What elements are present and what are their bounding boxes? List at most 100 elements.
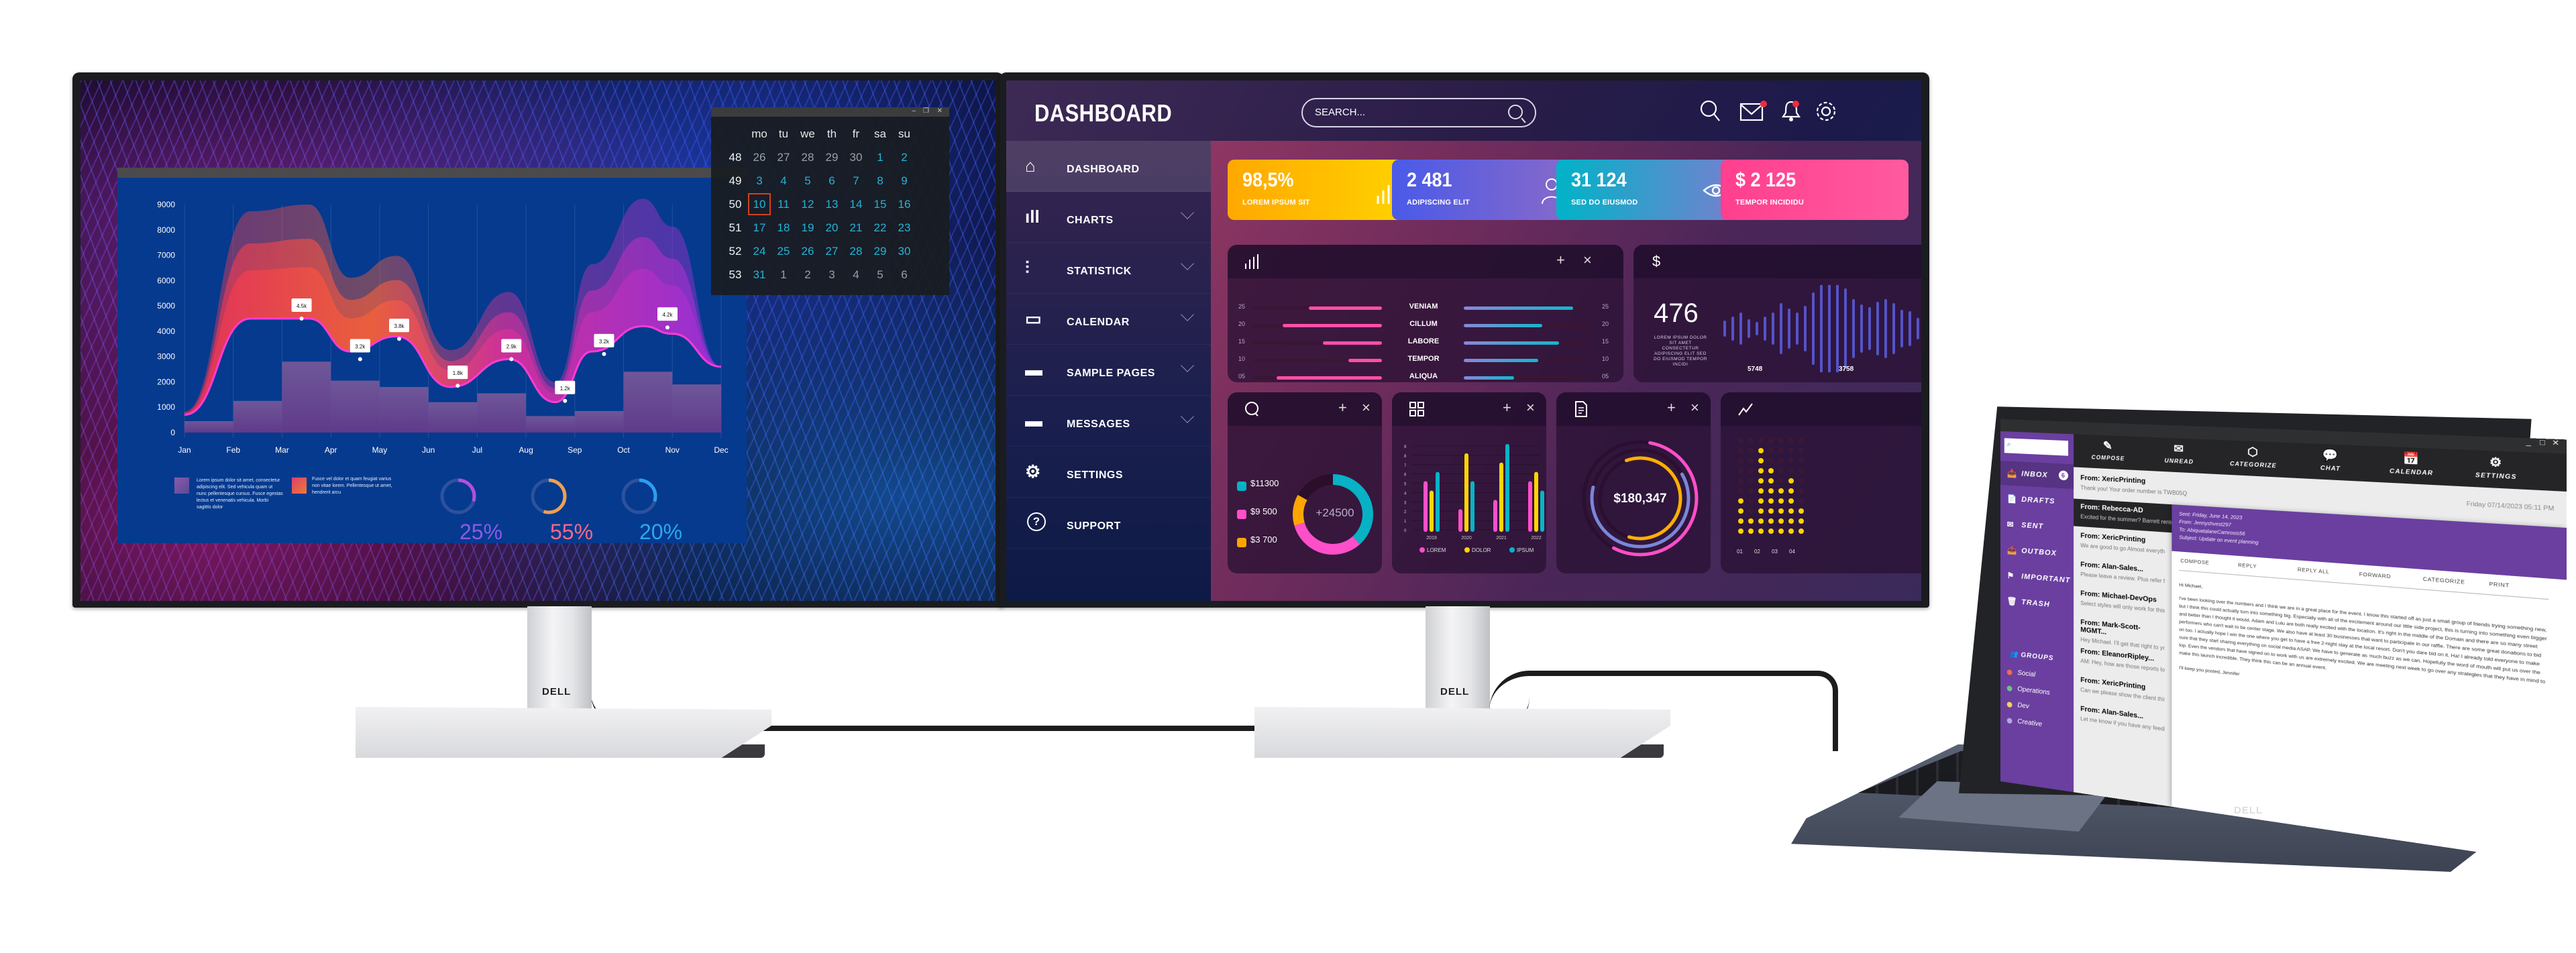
- sidebar-item-charts[interactable]: ıll CHARTS: [1006, 192, 1211, 243]
- mail-nav-outbox[interactable]: 📤 OUTBOX: [2000, 537, 2074, 567]
- search-icon[interactable]: [1508, 105, 1523, 119]
- calendar-day[interactable]: 15: [868, 192, 892, 216]
- group-item[interactable]: Dev: [2006, 702, 2029, 710]
- calendar-day[interactable]: 27: [820, 239, 844, 263]
- calendar-day[interactable]: 26: [747, 146, 771, 169]
- calendar-day[interactable]: 29: [820, 146, 844, 169]
- toolbar-compose[interactable]: ✎ COMPOSE: [2080, 437, 2136, 463]
- group-item[interactable]: Social: [2006, 669, 2035, 679]
- close-icon[interactable]: ×: [1362, 400, 1371, 415]
- calendar-day[interactable]: 30: [892, 239, 916, 263]
- stat-card[interactable]: 31 124 SED DO EIUSMOD: [1556, 160, 1744, 220]
- mail-nav-inbox[interactable]: 📥 INBOX 6: [2000, 461, 2074, 490]
- close-icon[interactable]: ×: [1690, 400, 1699, 415]
- calendar-day[interactable]: 2: [796, 263, 820, 286]
- calendar-day[interactable]: 21: [844, 216, 868, 239]
- close-icon[interactable]: ×: [1526, 400, 1535, 415]
- add-icon[interactable]: +: [1667, 400, 1676, 415]
- calendar-day[interactable]: 5: [796, 169, 820, 192]
- calendar-day[interactable]: 1: [868, 146, 892, 169]
- calendar-day[interactable]: 9: [892, 169, 916, 192]
- sidebar-item-calendar[interactable]: ▭ CALENDAR: [1006, 294, 1211, 345]
- calendar-day[interactable]: 18: [771, 216, 796, 239]
- add-icon[interactable]: +: [1338, 400, 1347, 415]
- chevron-down-icon[interactable]: [1181, 410, 1194, 423]
- chevron-down-icon[interactable]: [1181, 308, 1194, 321]
- sidebar-item-sample-pages[interactable]: ▬ SAMPLE PAGES: [1006, 345, 1211, 396]
- calendar-day[interactable]: 22: [868, 216, 892, 239]
- stat-card[interactable]: $ 2 125 TEMPOR INCIDIDU: [1721, 160, 1909, 220]
- reader-action-reply-all[interactable]: REPLY ALL: [2298, 567, 2330, 575]
- calendar-day[interactable]: 14: [844, 192, 868, 216]
- calendar-day[interactable]: 6: [892, 263, 916, 286]
- chart-window-titlebar[interactable]: [117, 168, 747, 178]
- close-icon[interactable]: ✕: [2552, 439, 2559, 448]
- toolbar-unread[interactable]: ✉ UNREAD: [2150, 440, 2208, 466]
- calendar-day[interactable]: 10: [747, 192, 771, 216]
- calendar-day[interactable]: 30: [844, 146, 868, 169]
- calendar-day[interactable]: 25: [771, 239, 796, 263]
- calendar-day[interactable]: 5: [868, 263, 892, 286]
- add-icon[interactable]: +: [1503, 400, 1511, 415]
- calendar-day[interactable]: 4: [844, 263, 868, 286]
- close-icon[interactable]: ×: [1583, 253, 1592, 268]
- calendar-day[interactable]: 29: [868, 239, 892, 263]
- mail-search-input[interactable]: ⌕: [2004, 438, 2069, 456]
- calendar-window[interactable]: – ❐ ✕ mo tu we th fr sa su 48 26 27 28 29 30 1 2 49 3 4 5 6…: [711, 107, 949, 295]
- calendar-day[interactable]: 12: [796, 192, 820, 216]
- calendar-day[interactable]: 8: [868, 169, 892, 192]
- restore-icon[interactable]: ❐: [923, 107, 929, 115]
- chevron-down-icon[interactable]: [1181, 257, 1194, 270]
- minimize-icon[interactable]: _: [2526, 438, 2530, 447]
- gear-icon[interactable]: [1813, 98, 1839, 125]
- calendar-day[interactable]: 19: [796, 216, 820, 239]
- calendar-day[interactable]: 20: [820, 216, 844, 239]
- reader-action-forward[interactable]: FORWARD: [2359, 572, 2391, 579]
- stat-card[interactable]: 2 481 ADIPISCING ELIT: [1392, 160, 1580, 220]
- calendar-day[interactable]: 1: [771, 263, 796, 286]
- mail-nav-sent[interactable]: ✉ SENT: [2000, 512, 2074, 541]
- chevron-down-icon[interactable]: [1181, 359, 1194, 372]
- calendar-day[interactable]: 27: [771, 146, 796, 169]
- reader-action-print[interactable]: PRINT: [2489, 582, 2509, 589]
- calendar-day[interactable]: 17: [747, 216, 771, 239]
- search-input[interactable]: SEARCH...: [1301, 98, 1536, 127]
- calendar-day[interactable]: 3: [747, 169, 771, 192]
- group-item[interactable]: Creative: [2006, 718, 2042, 728]
- search-icon[interactable]: [1697, 98, 1724, 125]
- calendar-day[interactable]: 4: [771, 169, 796, 192]
- calendar-day[interactable]: 7: [844, 169, 868, 192]
- sidebar-item-messages[interactable]: ▬ MESSAGES: [1006, 396, 1211, 447]
- reader-action-reply[interactable]: REPLY: [2238, 563, 2257, 570]
- chevron-down-icon[interactable]: [1181, 206, 1194, 219]
- calendar-day[interactable]: 26: [796, 239, 820, 263]
- toolbar-chat[interactable]: 💬 CHAT: [2299, 446, 2362, 473]
- mail-nav-drafts[interactable]: 📄 DRAFTS: [2000, 486, 2074, 515]
- calendar-day[interactable]: 23: [892, 216, 916, 239]
- add-icon[interactable]: +: [1556, 253, 1565, 268]
- stat-card[interactable]: 98,5% LOREM IPSUM SIT: [1228, 160, 1415, 220]
- calendar-day[interactable]: 2: [892, 146, 916, 169]
- maximize-icon[interactable]: □: [2540, 439, 2545, 447]
- toolbar-settings[interactable]: ⚙ SETTINGS: [2462, 453, 2531, 482]
- calendar-day[interactable]: 31: [747, 263, 771, 286]
- calendar-day[interactable]: 16: [892, 192, 916, 216]
- calendar-day[interactable]: 24: [747, 239, 771, 263]
- toolbar-calendar[interactable]: 📅 CALENDAR: [2379, 449, 2445, 478]
- sidebar-item-statistick[interactable]: ⫶ STATISTICK: [1006, 243, 1211, 294]
- sidebar-item-support[interactable]: ? SUPPORT: [1006, 498, 1211, 549]
- calendar-day[interactable]: 3: [820, 263, 844, 286]
- toolbar-categorize[interactable]: ⬡ CATEGORIZE: [2223, 443, 2284, 469]
- group-item[interactable]: Operations: [2006, 685, 2050, 697]
- minimize-icon[interactable]: –: [912, 107, 916, 115]
- calendar-day[interactable]: 6: [820, 169, 844, 192]
- sidebar-item-dashboard[interactable]: ⌂ DASHBOARD: [1006, 141, 1211, 192]
- chart-window[interactable]: 0 1000 2000 3000 4000 5000 6000 7000 8000 9000 Jan…: [117, 168, 747, 544]
- bell-icon[interactable]: [1778, 98, 1805, 125]
- calendar-day[interactable]: 13: [820, 192, 844, 216]
- reader-action-categorize[interactable]: CATEGORIZE: [2423, 577, 2465, 585]
- close-icon[interactable]: ✕: [937, 107, 943, 115]
- mail-nav-trash[interactable]: 🗑 TRASH: [2000, 588, 2074, 619]
- reader-action-compose[interactable]: COMPOSE: [2180, 559, 2209, 566]
- sidebar-item-settings[interactable]: ⚙ SETTINGS: [1006, 447, 1211, 498]
